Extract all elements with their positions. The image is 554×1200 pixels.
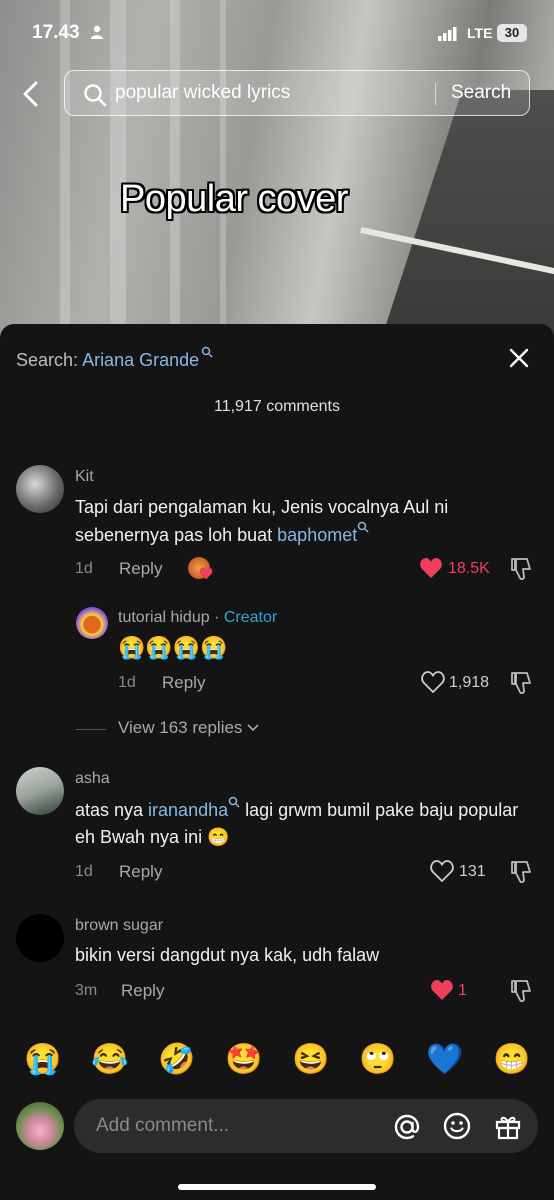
network-label: LTE bbox=[467, 25, 493, 41]
emoji-button[interactable]: 😁 bbox=[493, 1042, 530, 1077]
like-count: 18.5K bbox=[448, 560, 490, 577]
comments-sheet: Search: Ariana Grande 11,917 comments bbox=[0, 324, 554, 1200]
heart-badge-icon bbox=[199, 567, 213, 580]
emoji-button[interactable]: 🤣 bbox=[158, 1042, 195, 1077]
reply-time: 1d bbox=[118, 674, 136, 691]
close-icon[interactable] bbox=[508, 347, 530, 369]
emoji-picker-icon[interactable] bbox=[443, 1112, 471, 1140]
related-search-label: Search: bbox=[16, 350, 79, 370]
reply-button[interactable]: Reply bbox=[119, 862, 162, 882]
comment-author[interactable]: Kit bbox=[75, 468, 94, 486]
comment-author[interactable]: brown sugar bbox=[75, 917, 163, 935]
small-search-icon bbox=[357, 521, 369, 533]
mention-icon[interactable] bbox=[392, 1112, 422, 1142]
mention-link[interactable]: baphomet bbox=[277, 525, 357, 545]
signal-icon bbox=[438, 27, 457, 41]
emoji-button[interactable]: 😭 bbox=[24, 1042, 61, 1077]
emoji-button[interactable]: 🙄 bbox=[359, 1042, 396, 1077]
comment-text: bikin versi dangdut nya kak, udh falaw bbox=[75, 945, 380, 965]
view-replies-line bbox=[76, 729, 106, 730]
reply-author[interactable]: tutorial hidup bbox=[118, 609, 210, 626]
dislike-icon[interactable] bbox=[510, 671, 532, 695]
author-separator: · bbox=[209, 609, 224, 626]
reply-text: 😭😭😭😭 bbox=[118, 635, 228, 660]
comment-time: 1d bbox=[75, 560, 93, 577]
search-icon bbox=[84, 84, 107, 107]
status-bar: 17.43 LTE 30 bbox=[0, 0, 554, 64]
avatar[interactable] bbox=[16, 465, 64, 513]
view-replies-label: View 163 replies bbox=[118, 718, 243, 737]
comment-time: 3m bbox=[75, 982, 98, 999]
reply-button[interactable]: Reply bbox=[121, 981, 164, 1001]
search-button[interactable]: Search bbox=[451, 82, 511, 104]
dislike-icon[interactable] bbox=[510, 860, 532, 884]
comment-input-placeholder: Add comment... bbox=[96, 1115, 230, 1136]
search-divider bbox=[435, 83, 436, 105]
comment-text-main: Tapi dari pengalaman ku, Jenis vocalnya … bbox=[75, 497, 449, 545]
avatar[interactable] bbox=[16, 767, 64, 815]
comment-time: 1d bbox=[75, 863, 93, 880]
reply-button[interactable]: Reply bbox=[119, 559, 162, 579]
emoji-button[interactable]: 💙 bbox=[426, 1042, 463, 1077]
related-search-query[interactable]: Ariana Grande bbox=[82, 350, 199, 370]
person-icon bbox=[91, 25, 103, 39]
emoji-button[interactable]: 😆 bbox=[292, 1042, 329, 1077]
comment-text-pre: atas nya bbox=[75, 800, 149, 820]
chevron-down-icon bbox=[247, 724, 259, 732]
home-indicator bbox=[178, 1184, 376, 1190]
like-heart-icon[interactable] bbox=[421, 671, 445, 693]
comment-author[interactable]: asha bbox=[75, 770, 110, 788]
like-heart-icon[interactable] bbox=[430, 979, 454, 1001]
avatar[interactable] bbox=[76, 607, 108, 639]
back-arrow-icon[interactable] bbox=[20, 80, 42, 108]
like-count: 1 bbox=[458, 982, 467, 999]
comment-text: Tapi dari pengalaman ku, Jenis vocalnya … bbox=[75, 494, 535, 549]
dislike-icon[interactable] bbox=[510, 979, 532, 1003]
my-avatar bbox=[16, 1102, 64, 1150]
small-search-icon bbox=[201, 346, 213, 358]
like-heart-icon[interactable] bbox=[419, 557, 443, 579]
related-search[interactable]: Search: Ariana Grande bbox=[16, 346, 213, 371]
like-heart-icon[interactable] bbox=[430, 860, 454, 882]
video-caption-overlay: Popular cover bbox=[120, 178, 348, 220]
reply-author-line: tutorial hidup · Creator bbox=[118, 609, 277, 627]
view-replies-button[interactable]: View 163 replies bbox=[118, 718, 259, 738]
dislike-icon[interactable] bbox=[510, 557, 532, 581]
comment-count: 11,917 comments bbox=[214, 398, 340, 415]
battery-indicator: 30 bbox=[497, 24, 527, 42]
emoji-button[interactable]: 🤩 bbox=[225, 1042, 262, 1077]
search-bar[interactable]: popular wicked lyrics Search bbox=[64, 70, 530, 116]
comment-text: atas nya iranandha lagi grwm bumil pake … bbox=[75, 796, 540, 851]
status-time: 17.43 bbox=[32, 22, 80, 43]
avatar[interactable] bbox=[16, 914, 64, 962]
emoji-button[interactable]: 😂 bbox=[91, 1042, 128, 1077]
gift-icon[interactable] bbox=[494, 1112, 522, 1140]
reply-button[interactable]: Reply bbox=[162, 673, 205, 693]
creator-badge: Creator bbox=[223, 609, 278, 626]
like-count: 131 bbox=[459, 863, 486, 880]
mention-link[interactable]: iranandha bbox=[148, 800, 228, 820]
comment-input[interactable]: Add comment... bbox=[74, 1099, 538, 1153]
small-search-icon bbox=[228, 796, 240, 808]
search-input[interactable]: popular wicked lyrics bbox=[115, 82, 290, 104]
like-count: 1,918 bbox=[449, 674, 490, 691]
